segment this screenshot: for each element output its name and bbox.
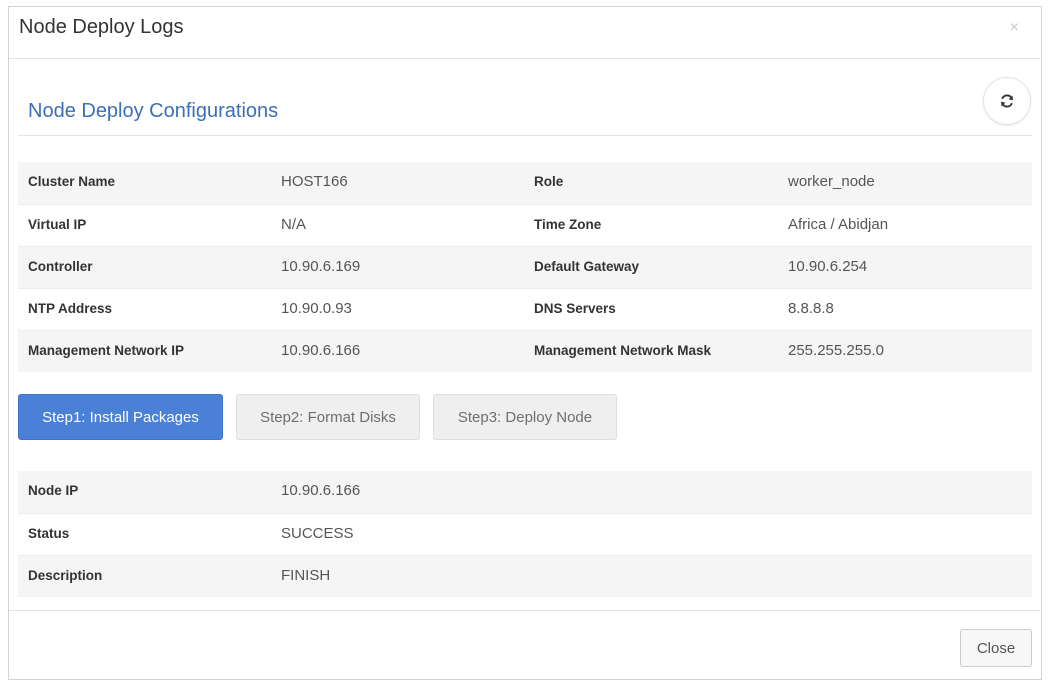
status-row: Description FINISH (18, 555, 1032, 597)
config-value: 255.255.255.0 (788, 342, 884, 359)
config-value: HOST166 (281, 173, 348, 190)
modal-title: Node Deploy Logs (19, 16, 184, 38)
config-value: N/A (281, 216, 307, 233)
config-value: 10.90.6.169 (281, 258, 361, 275)
node-deploy-logs-modal: Node Deploy Logs × Node Deploy Configura… (8, 6, 1042, 680)
config-table: Cluster Name HOST166 Role worker_node Vi… (18, 162, 1032, 372)
config-value: 10.90.6.166 (281, 342, 361, 359)
status-label: Node IP (28, 483, 79, 498)
config-value: worker_node (788, 173, 875, 190)
config-label: NTP Address (28, 301, 113, 316)
status-value: 10.90.6.166 (281, 482, 361, 499)
status-row: Node IP 10.90.6.166 (18, 471, 1032, 513)
config-label: Virtual IP (28, 217, 87, 232)
config-label: Controller (28, 259, 93, 274)
status-value: SUCCESS (281, 525, 354, 542)
tab-install-packages[interactable]: Step1: Install Packages (18, 394, 223, 440)
modal-footer: Close (9, 610, 1041, 680)
config-label: Cluster Name (28, 174, 116, 189)
status-label: Status (28, 526, 70, 541)
config-label: Management Network IP (28, 343, 185, 358)
close-icon[interactable]: × (1010, 19, 1019, 37)
config-row: NTP Address 10.90.0.93 DNS Servers 8.8.8… (18, 288, 1032, 330)
refresh-icon (1001, 94, 1013, 108)
config-label: Role (534, 174, 564, 189)
section-title: Node Deploy Configurations (28, 100, 279, 122)
status-value: FINISH (281, 567, 331, 584)
config-row: Virtual IP N/A Time Zone Africa / Abidja… (18, 204, 1032, 246)
tab-format-disks[interactable]: Step2: Format Disks (236, 394, 420, 440)
config-row: Cluster Name HOST166 Role worker_node (18, 162, 1032, 204)
config-value: 10.90.6.254 (788, 258, 868, 275)
modal-header: Node Deploy Logs × (9, 7, 1041, 59)
step-status-table: Node IP 10.90.6.166 Status SUCCESS Descr… (18, 471, 1032, 597)
section-divider (18, 135, 1032, 136)
refresh-button[interactable] (983, 77, 1031, 125)
config-label: Management Network Mask (534, 343, 712, 358)
config-value: 8.8.8.8 (788, 300, 834, 317)
close-button[interactable]: Close (960, 629, 1032, 667)
status-row: Status SUCCESS (18, 513, 1032, 555)
status-label: Description (28, 568, 103, 583)
config-label: DNS Servers (534, 301, 616, 316)
config-value: 10.90.0.93 (281, 300, 352, 317)
config-row: Controller 10.90.6.169 Default Gateway 1… (18, 246, 1032, 288)
tab-deploy-node[interactable]: Step3: Deploy Node (433, 394, 617, 440)
config-row: Management Network IP 10.90.6.166 Manage… (18, 330, 1032, 372)
config-label: Time Zone (534, 217, 602, 232)
config-label: Default Gateway (534, 259, 640, 274)
config-value: Africa / Abidjan (788, 216, 889, 233)
